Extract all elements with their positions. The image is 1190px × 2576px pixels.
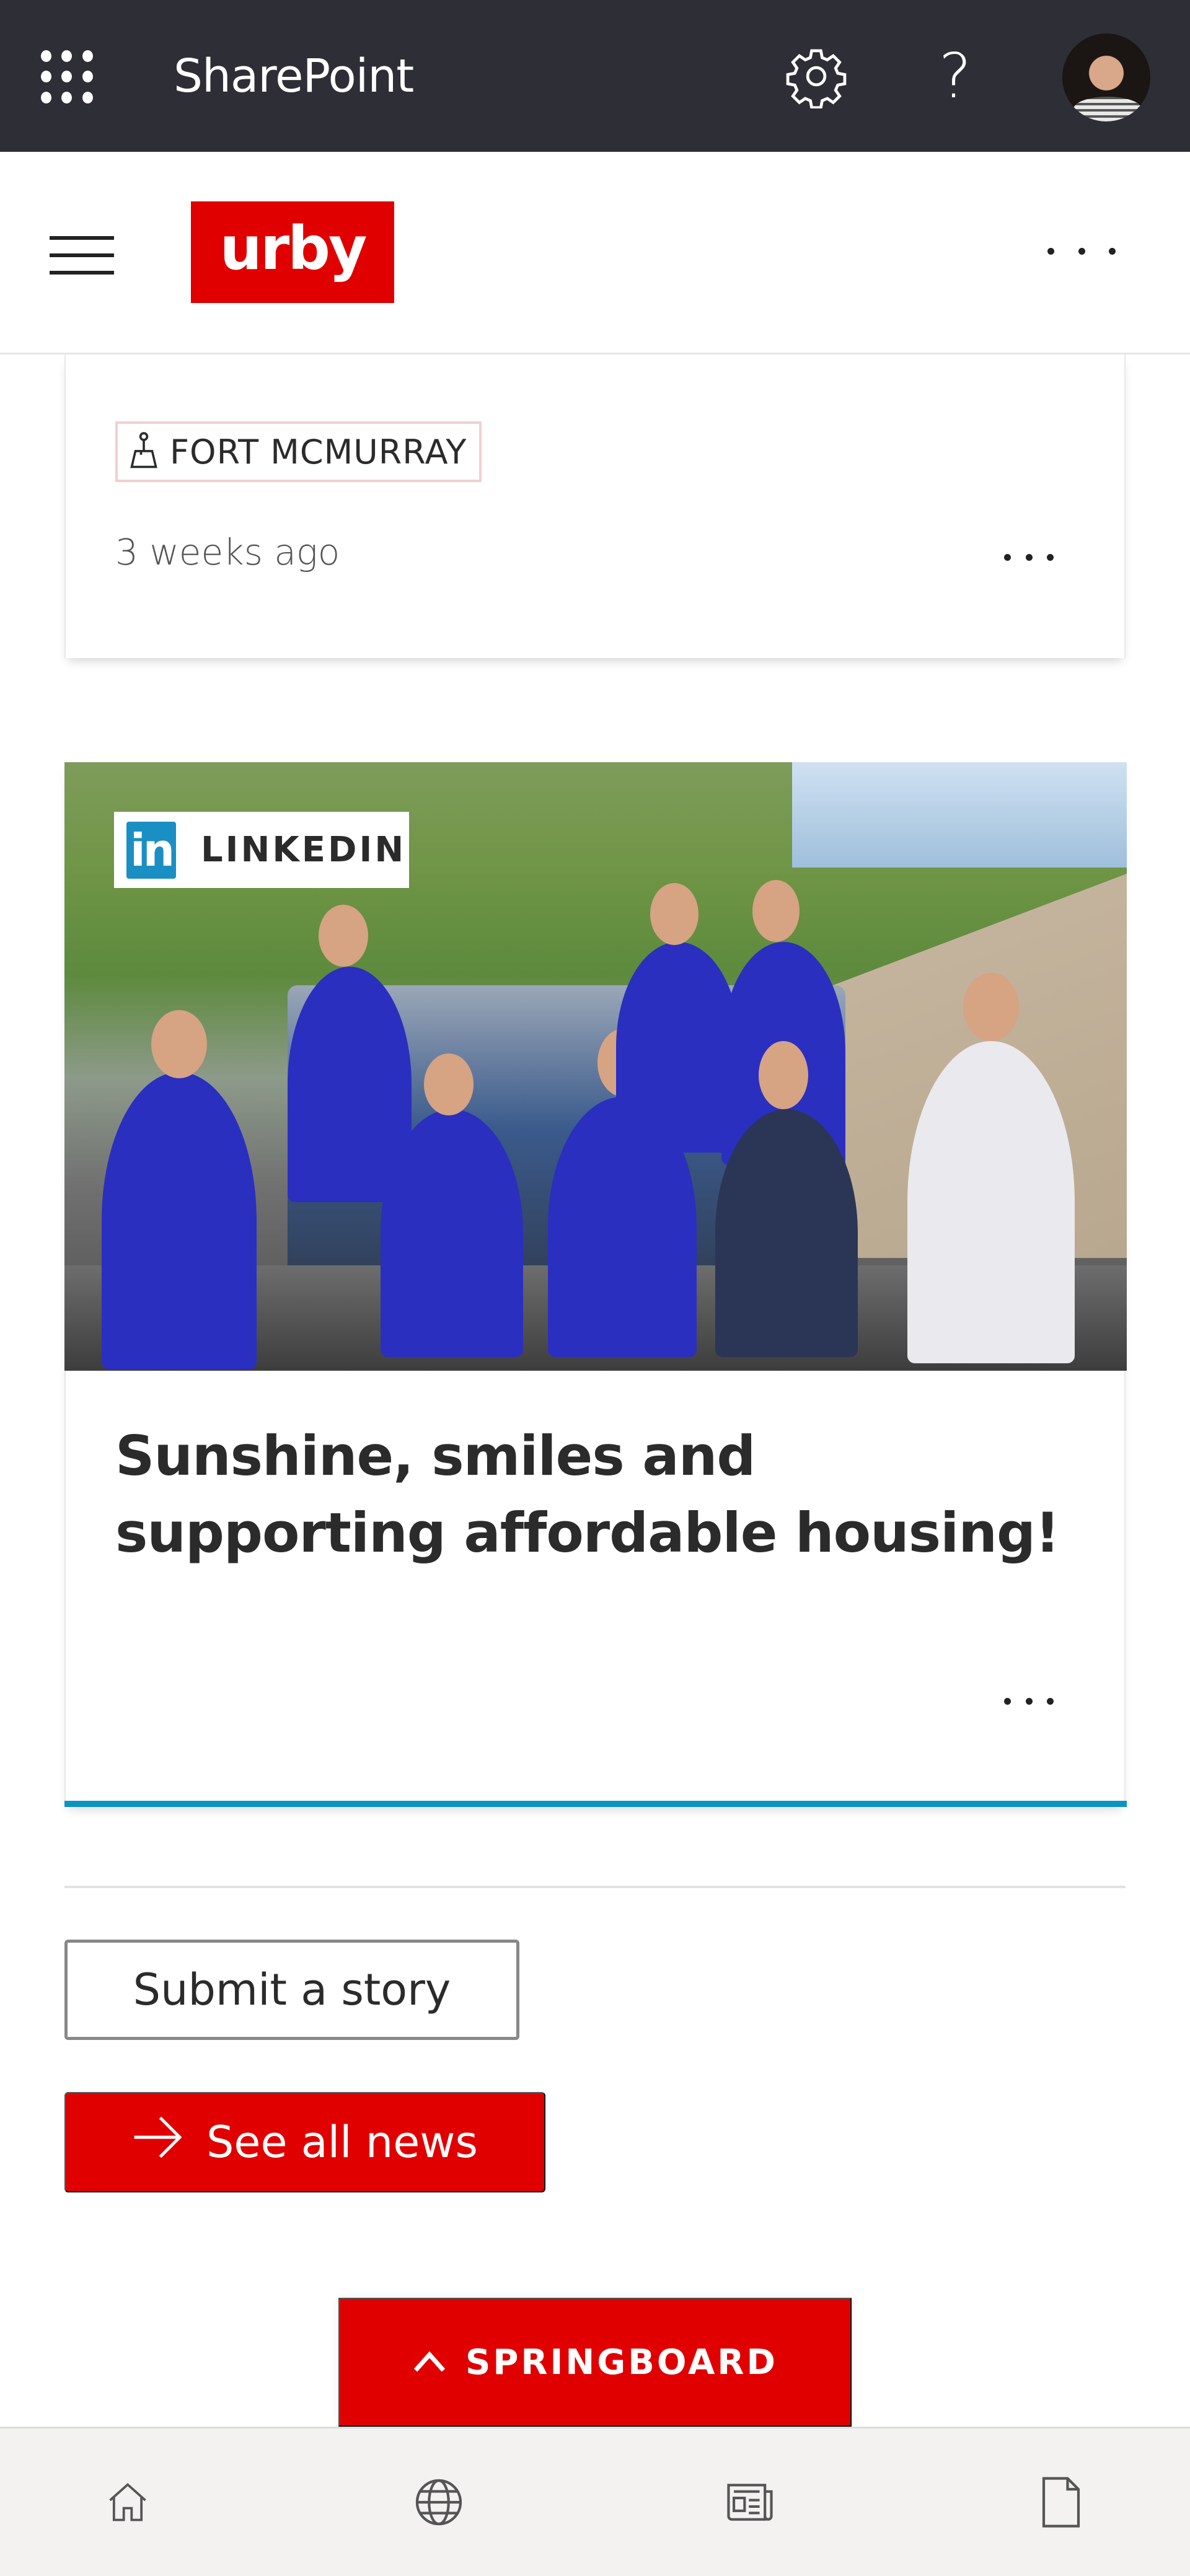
news-image[interactable]: in LINKEDIN (64, 762, 1127, 1371)
document-icon (1038, 2476, 1085, 2531)
news-date: 3 weeks ago (115, 531, 340, 573)
card-accent-bar (64, 1801, 1127, 1807)
source-badge: in LINKEDIN (114, 812, 409, 888)
news-card[interactable]: in LINKEDIN Sunshine, smiles and support… (64, 762, 1127, 1807)
more-ellipsis-icon[interactable] (1047, 239, 1116, 263)
globe-icon (413, 2476, 465, 2531)
card-more-icon[interactable] (1004, 548, 1054, 566)
hamburger-menu-icon[interactable] (50, 236, 114, 275)
bottom-nav (0, 2427, 1190, 2576)
location-pin-icon (129, 431, 159, 472)
tag-label: FORT MCMURRAY (170, 432, 467, 472)
news-card[interactable]: FORT MCMURRAY 3 weeks ago (64, 354, 1126, 658)
help-icon[interactable]: ? (921, 42, 989, 110)
linkedin-icon: in (126, 821, 176, 879)
card-more-icon[interactable] (1004, 1692, 1054, 1710)
nav-home[interactable] (66, 2429, 190, 2576)
app-title[interactable]: SharePoint (174, 50, 414, 103)
app-launcher-icon[interactable] (36, 46, 98, 108)
nav-sites[interactable] (377, 2429, 501, 2576)
home-icon (104, 2479, 151, 2528)
logo-text: urby (219, 214, 368, 283)
news-icon (724, 2479, 776, 2528)
divider (64, 1886, 1126, 1888)
site-logo[interactable]: urby (191, 201, 394, 303)
chevron-up-icon (412, 2342, 447, 2383)
settings-gear-icon[interactable] (782, 42, 850, 110)
nav-news[interactable] (688, 2429, 812, 2576)
site-header: urby (0, 152, 1190, 354)
suite-bar: SharePoint ? (0, 0, 1190, 152)
springboard-label: SPRINGBOARD (465, 2342, 778, 2383)
user-avatar[interactable] (1061, 32, 1152, 123)
see-all-news-button[interactable]: See all news (64, 2092, 545, 2192)
source-label: LINKEDIN (201, 830, 407, 870)
nav-files[interactable] (999, 2429, 1123, 2576)
news-title[interactable]: Sunshine, smiles and supporting affordab… (115, 1418, 1095, 1572)
springboard-button[interactable]: SPRINGBOARD (338, 2298, 852, 2427)
arrow-right-icon (132, 2116, 184, 2169)
submit-story-button[interactable]: Submit a story (64, 1940, 519, 2040)
see-all-news-label: See all news (206, 2117, 478, 2168)
location-tag[interactable]: FORT MCMURRAY (115, 421, 482, 482)
